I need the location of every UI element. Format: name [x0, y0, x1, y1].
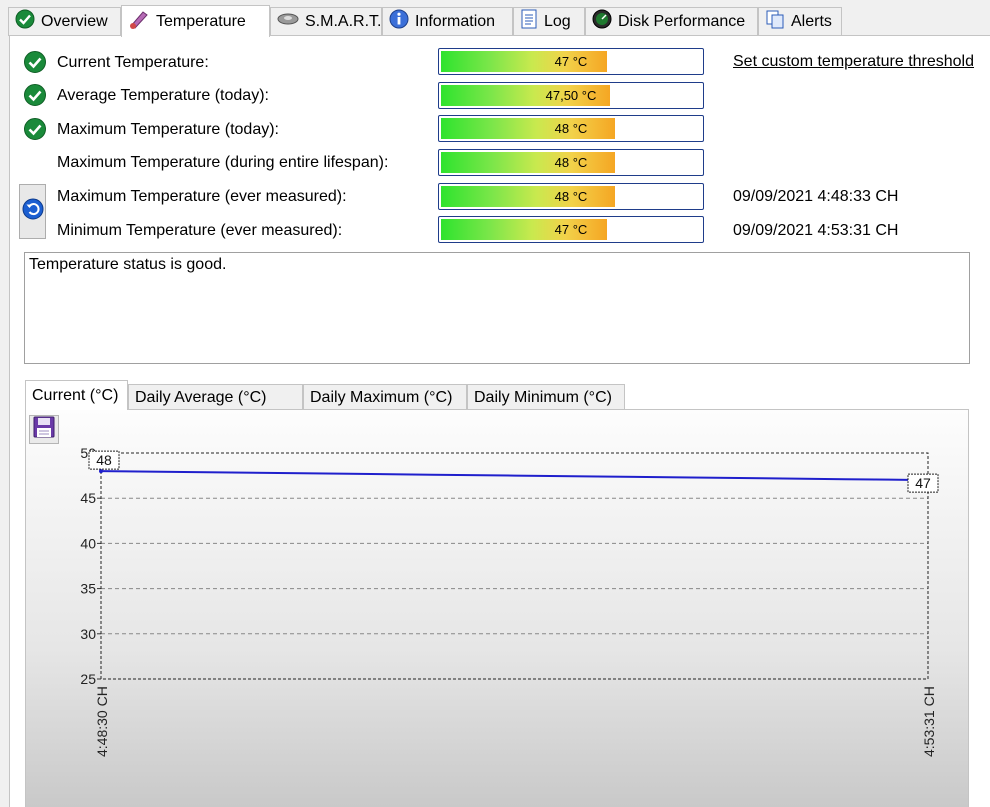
tab-label: Temperature: [156, 12, 246, 30]
y-tick-label: 30: [80, 626, 96, 642]
y-tick-label: 35: [80, 581, 96, 597]
plot-border: [100, 452, 929, 680]
y-tick-label: 40: [80, 535, 96, 551]
x-tick-label: 4:48:30 CH: [94, 686, 110, 757]
data-point: [99, 469, 103, 474]
temperature-chart: 2530354045504:48:30 CH 4:53:31 CH4847: [80, 445, 939, 757]
y-tick-label: 45: [80, 490, 96, 506]
thermometer-icon: [128, 9, 150, 34]
x-tick-label: 4:53:31 CH: [921, 686, 937, 757]
tab-current[interactable]: Current (°C): [25, 380, 128, 410]
tab-temperature[interactable]: Temperature: [121, 5, 270, 37]
data-label: 48: [96, 452, 112, 468]
series-line: [100, 470, 929, 482]
y-tick-label: 25: [80, 671, 96, 687]
data-label: 47: [915, 475, 931, 491]
